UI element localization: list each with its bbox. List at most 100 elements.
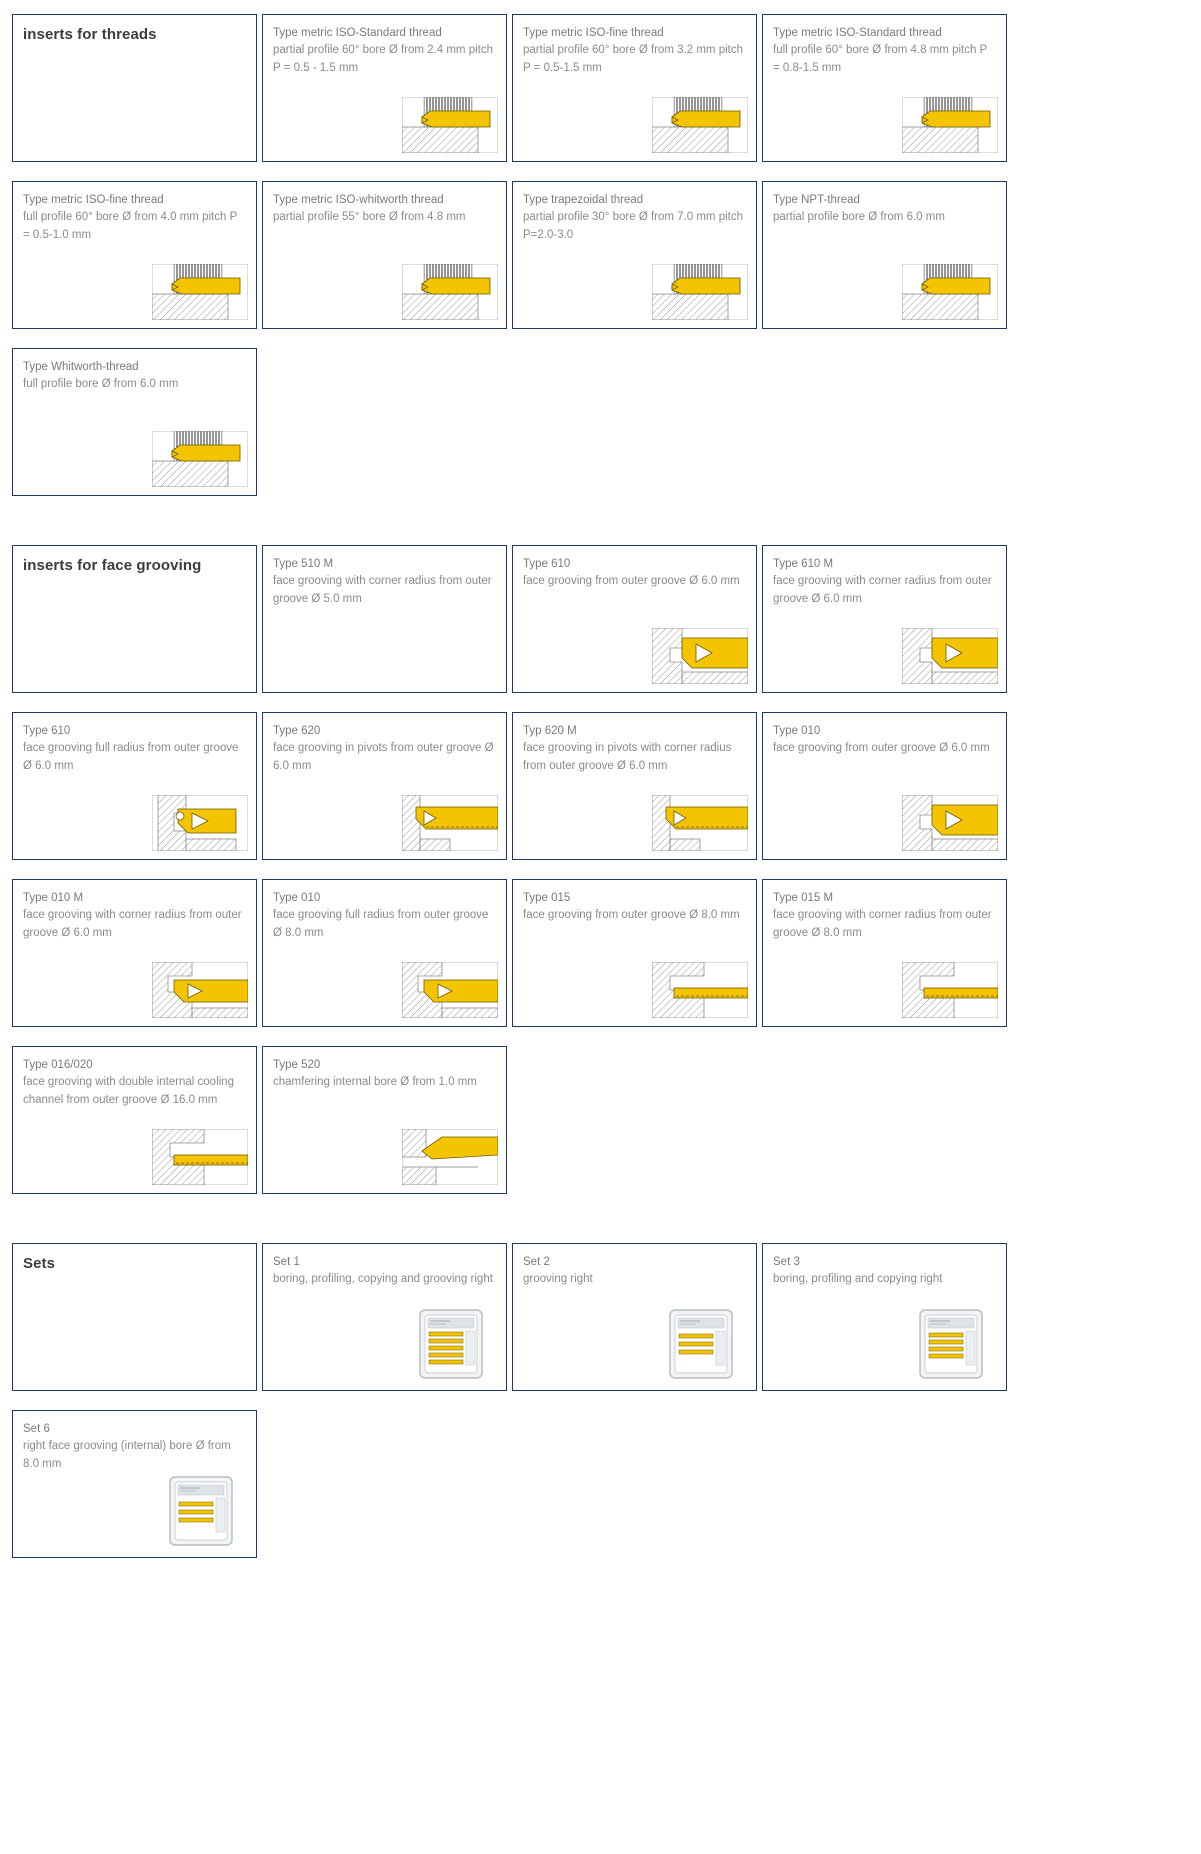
product-description: face grooving with corner radius from ou… xyxy=(773,909,992,939)
product-card[interactable]: Type metric ISO-fine thread full profile… xyxy=(12,181,257,329)
section-sets: Sets Set 1 boring, profiling, copying an… xyxy=(12,1243,1189,1558)
product-card[interactable]: Type 510 M face grooving with corner rad… xyxy=(262,545,507,693)
thread-full-figure xyxy=(152,431,248,487)
product-title: Type 510 M xyxy=(273,558,334,570)
product-card[interactable]: Type 016/020 face grooving with double i… xyxy=(12,1046,257,1194)
face-grooving-figure xyxy=(402,962,498,1018)
thread-partial-figure xyxy=(652,264,748,320)
product-card[interactable]: Type 010 M face grooving with corner rad… xyxy=(12,879,257,1027)
product-title: Type 610 xyxy=(523,558,571,570)
section-heading-card-threads: inserts for threads xyxy=(12,14,257,162)
product-card[interactable]: Type metric ISO-Standard thread partial … xyxy=(262,14,507,162)
product-description: face grooving with corner radius from ou… xyxy=(23,909,242,939)
product-description: boring, profiling, copying and grooving … xyxy=(273,1273,493,1286)
face-grooving-figure xyxy=(152,962,248,1018)
section-heading-card-sets: Sets xyxy=(12,1243,257,1391)
section-heading-face-grooving: inserts for face grooving xyxy=(23,557,202,574)
product-card[interactable]: Type Whitworth-thread full profile bore … xyxy=(12,348,257,496)
product-card[interactable]: Type 620 face grooving in pivots from ou… xyxy=(262,712,507,860)
thread-partial-figure xyxy=(402,264,498,320)
product-card[interactable]: Type NPT-thread partial profile bore Ø f… xyxy=(762,181,1007,329)
product-card[interactable]: Type metric ISO-whitworth thread partial… xyxy=(262,181,507,329)
product-description: full profile bore Ø from 6.0 mm xyxy=(23,378,179,391)
face-grooving-figure xyxy=(402,795,498,851)
face-grooving-figure xyxy=(902,962,998,1018)
face-grooving-figure xyxy=(902,795,998,851)
product-title: Type 520 xyxy=(273,1059,321,1071)
product-title: Set 1 xyxy=(273,1256,300,1268)
face-grooving-figure xyxy=(652,795,748,851)
product-description: face grooving with corner radius from ou… xyxy=(773,575,992,605)
face-grooving-row-3: Type 010 M face grooving with corner rad… xyxy=(12,879,1189,1027)
sets-row-2: Set 6 right face grooving (internal) bor… xyxy=(12,1410,1189,1558)
threads-row-3: Type Whitworth-thread full profile bore … xyxy=(12,348,1189,496)
product-description: face grooving full radius from outer gro… xyxy=(23,742,239,772)
product-title: Type 015 xyxy=(523,892,571,904)
product-description: chamfering internal bore Ø from 1.0 mm xyxy=(273,1076,477,1089)
chamfering-figure xyxy=(402,1129,498,1185)
product-card[interactable]: Type 015 face grooving from outer groove… xyxy=(512,879,757,1027)
product-title: Type 620 xyxy=(273,725,321,737)
product-description: full profile 60° bore Ø from 4.8 mm pitc… xyxy=(773,44,988,74)
product-card[interactable]: Type trapezoidal thread partial profile … xyxy=(512,181,757,329)
product-title: Typ 620 M xyxy=(523,725,577,737)
product-card[interactable]: Set 1 boring, profiling, copying and gro… xyxy=(262,1243,507,1391)
product-card[interactable]: Type 010 face grooving full radius from … xyxy=(262,879,507,1027)
product-title: Set 6 xyxy=(23,1423,50,1435)
product-title: Type trapezoidal thread xyxy=(523,194,644,206)
product-description: face grooving full radius from outer gro… xyxy=(273,909,489,939)
product-description: partial profile bore Ø from 6.0 mm xyxy=(773,211,945,224)
product-description: face grooving with corner radius from ou… xyxy=(273,575,492,605)
product-card[interactable]: Type 610 face grooving from outer groove… xyxy=(512,545,757,693)
product-title: Type 015 M xyxy=(773,892,834,904)
product-title: Set 3 xyxy=(773,1256,800,1268)
product-card[interactable]: Type 610 face grooving full radius from … xyxy=(12,712,257,860)
catalog-page: inserts for threads Type metric ISO-Stan… xyxy=(0,0,1201,1597)
tool-set-case-figure xyxy=(918,1308,984,1380)
face-grooving-row-4: Type 016/020 face grooving with double i… xyxy=(12,1046,1189,1194)
product-card[interactable]: Set 6 right face grooving (internal) bor… xyxy=(12,1410,257,1558)
thread-partial-figure xyxy=(402,97,498,153)
product-card[interactable]: Type metric ISO-Standard thread full pro… xyxy=(762,14,1007,162)
product-card[interactable]: Set 3 boring, profiling and copying righ… xyxy=(762,1243,1007,1391)
face-grooving-figure xyxy=(152,1129,248,1185)
product-description: face grooving with double internal cooli… xyxy=(23,1076,234,1106)
face-grooving-figure xyxy=(652,962,748,1018)
product-card[interactable]: Set 2 grooving right xyxy=(512,1243,757,1391)
product-card[interactable]: Type 015 M face grooving with corner rad… xyxy=(762,879,1007,1027)
product-description: full profile 60° bore Ø from 4.0 mm pitc… xyxy=(23,211,238,241)
tool-set-case-figure xyxy=(668,1308,734,1380)
tool-set-case-figure xyxy=(168,1475,234,1547)
product-title: Type NPT-thread xyxy=(773,194,860,206)
face-grooving-figure xyxy=(152,795,248,851)
thread-full-figure xyxy=(902,97,998,153)
product-card[interactable]: Type 010 face grooving from outer groove… xyxy=(762,712,1007,860)
section-divider xyxy=(12,515,1189,545)
product-description: partial profile 60° bore Ø from 2.4 mm p… xyxy=(273,44,493,74)
section-heading-sets: Sets xyxy=(23,1255,56,1272)
product-card[interactable]: Typ 620 M face grooving in pivots with c… xyxy=(512,712,757,860)
product-description: partial profile 30° bore Ø from 7.0 mm p… xyxy=(523,211,743,241)
face-grooving-row-2: Type 610 face grooving full radius from … xyxy=(12,712,1189,860)
product-title: Type metric ISO-whitworth thread xyxy=(273,194,444,206)
product-title: Type 010 xyxy=(273,892,321,904)
thread-partial-figure xyxy=(652,97,748,153)
sets-row-1: Sets Set 1 boring, profiling, copying an… xyxy=(12,1243,1189,1391)
product-card[interactable]: Type metric ISO-fine thread partial prof… xyxy=(512,14,757,162)
section-heading-card-face-grooving: inserts for face grooving xyxy=(12,545,257,693)
product-description: partial profile 55° bore Ø from 4.8 mm xyxy=(273,211,466,224)
product-card[interactable]: Type 520 chamfering internal bore Ø from… xyxy=(262,1046,507,1194)
product-title: Set 2 xyxy=(523,1256,550,1268)
product-title: Type 610 M xyxy=(773,558,834,570)
product-description: face grooving from outer groove Ø 8.0 mm xyxy=(523,909,740,922)
product-title: Type Whitworth-thread xyxy=(23,361,139,373)
product-card[interactable]: Type 610 M face grooving with corner rad… xyxy=(762,545,1007,693)
product-title: Type 016/020 xyxy=(23,1059,93,1071)
